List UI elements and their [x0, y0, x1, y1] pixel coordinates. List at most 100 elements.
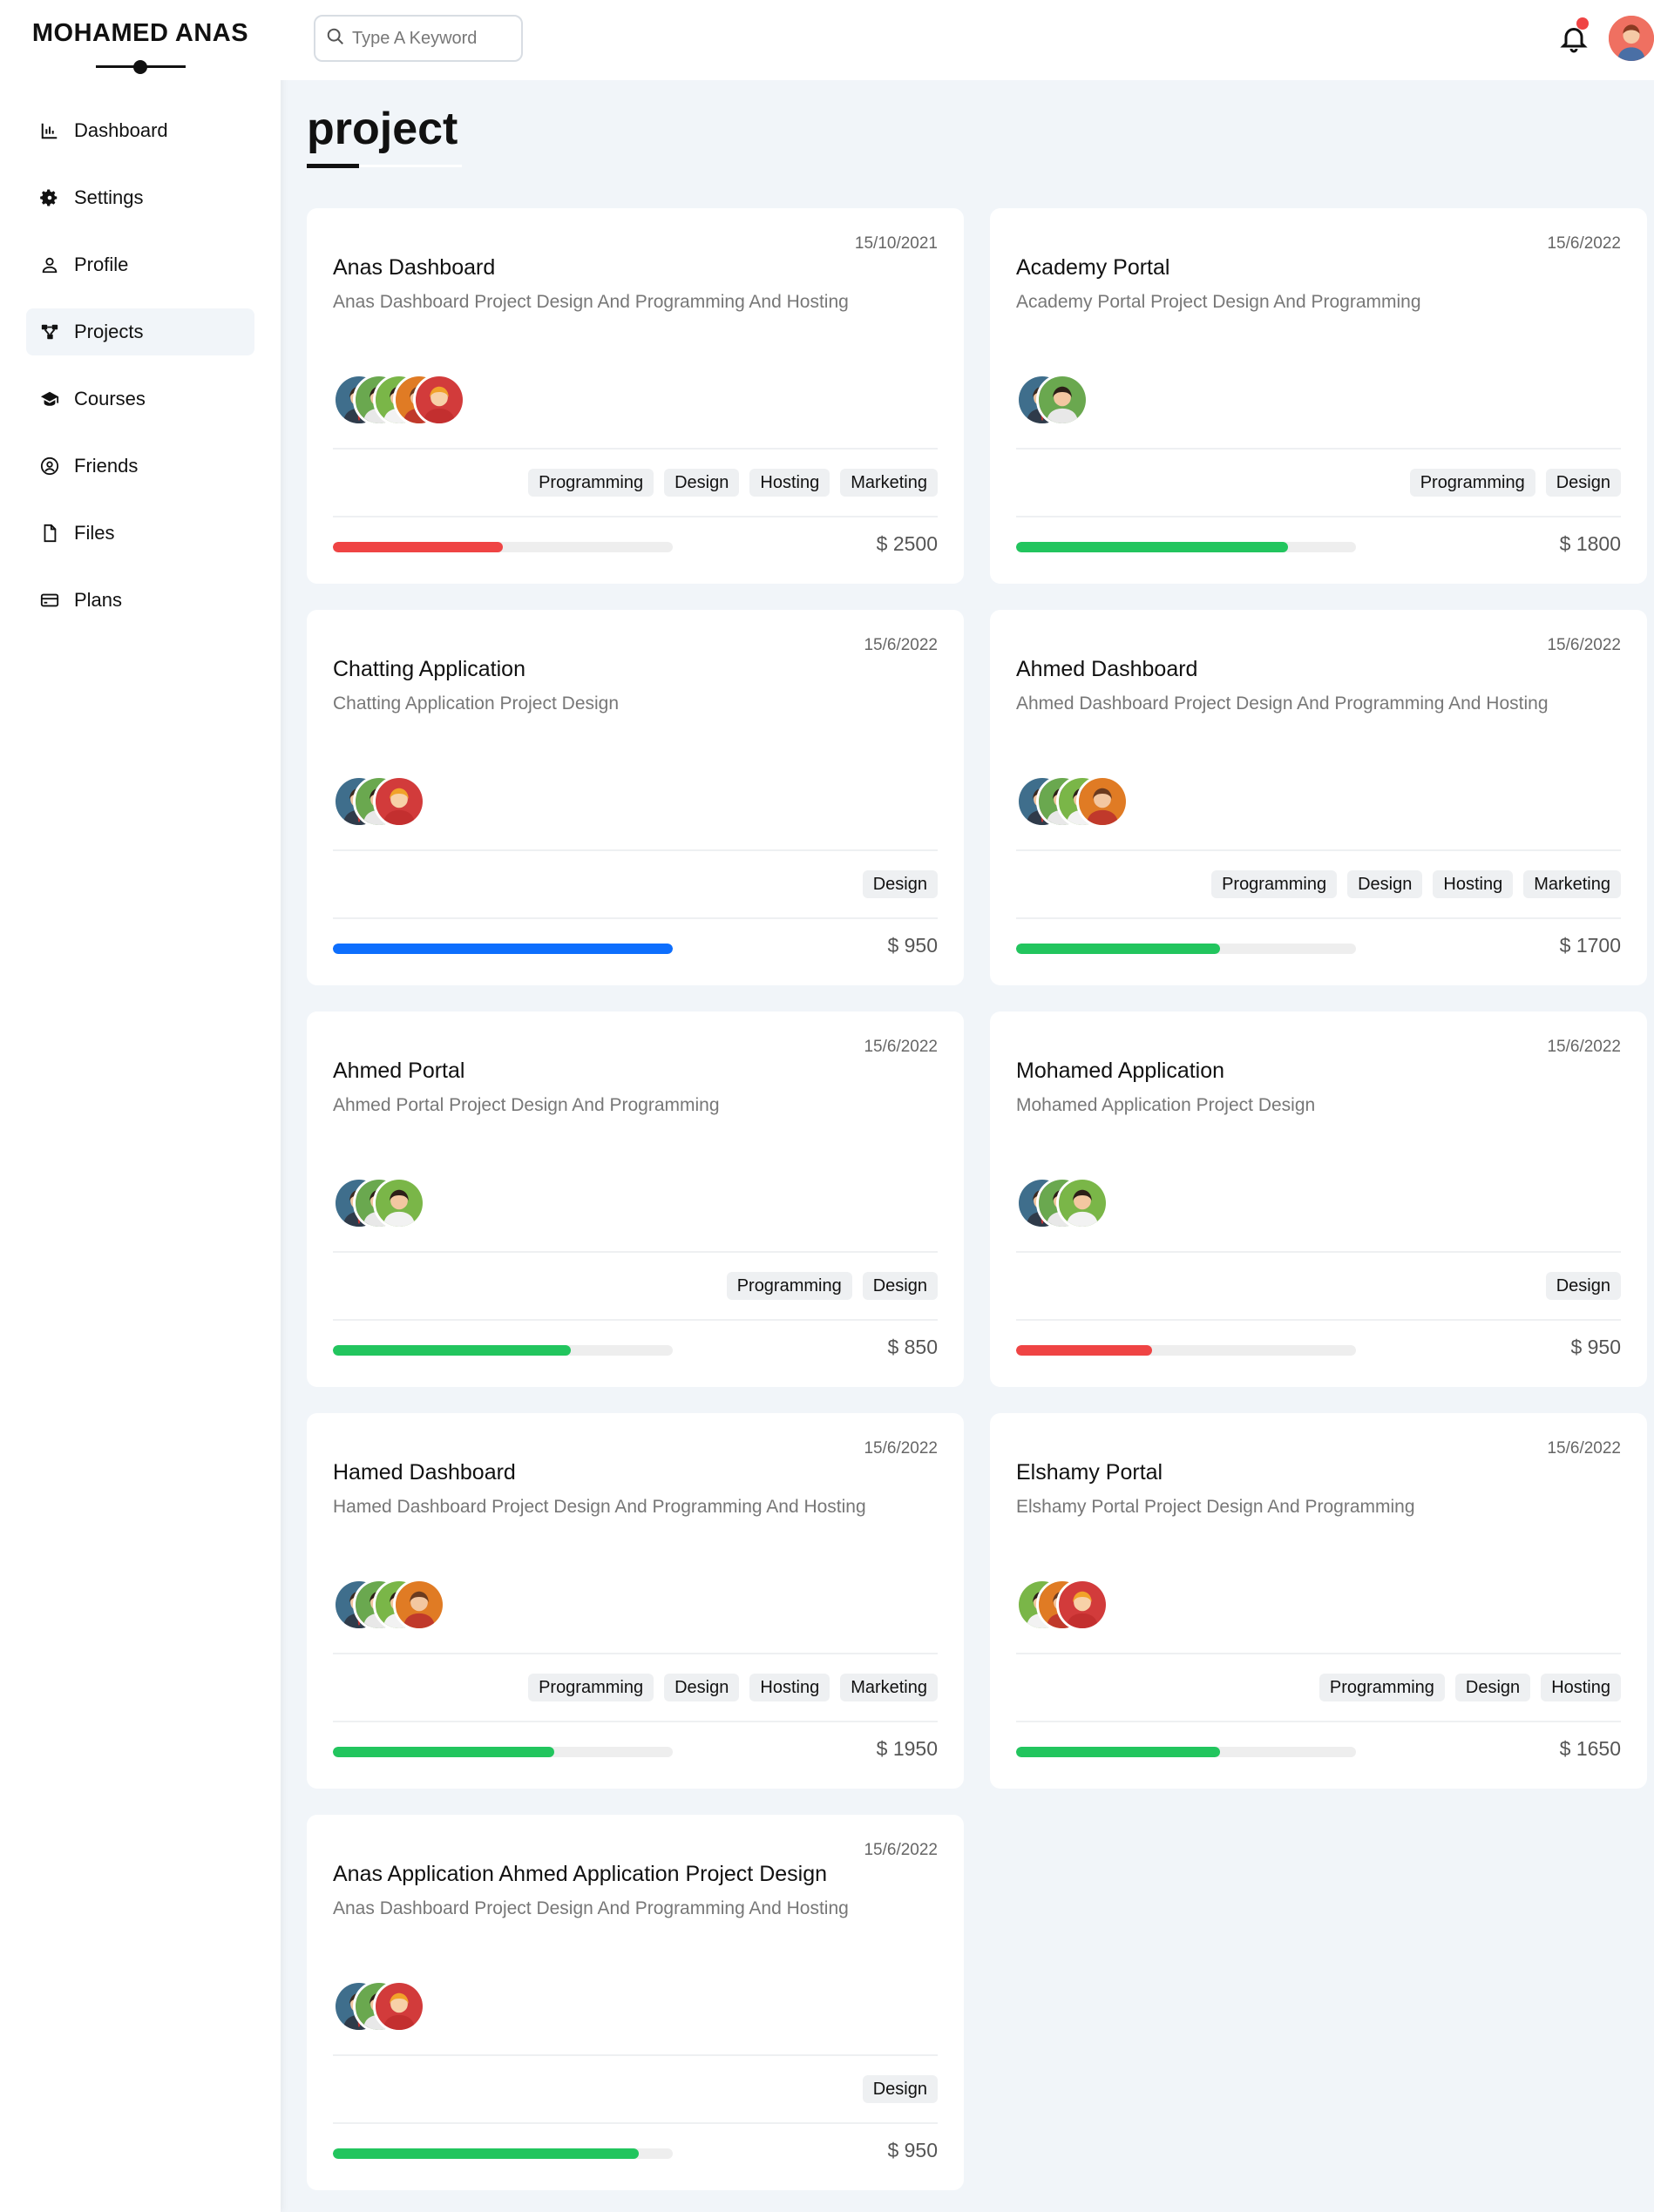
- project-date: 15/6/2022: [864, 1439, 938, 1458]
- team-member-avatar[interactable]: [1036, 374, 1088, 426]
- tag-design[interactable]: Design: [862, 870, 938, 898]
- tag-list: Programming Design Hosting Marketing: [1211, 870, 1621, 898]
- tag-programming[interactable]: Programming: [1409, 469, 1535, 497]
- project-card[interactable]: 15/6/2022 Anas Application Ahmed Applicat…: [307, 1815, 964, 2190]
- tag-marketing[interactable]: Marketing: [840, 1674, 938, 1701]
- tag-design[interactable]: Design: [664, 1674, 740, 1701]
- sidebar-item-friends[interactable]: Friends: [26, 443, 254, 490]
- team-member-avatar[interactable]: [413, 374, 465, 426]
- project-title[interactable]: Hamed Dashboard: [333, 1460, 516, 1485]
- tag-design[interactable]: Design: [1545, 469, 1621, 497]
- tag-list: Design: [1545, 1272, 1621, 1300]
- project-description: Ahmed Dashboard Project Design And Progr…: [1016, 693, 1549, 714]
- project-description: Anas Dashboard Project Design And Progra…: [333, 1898, 849, 1918]
- project-card[interactable]: 15/6/2022 Elshamy Portal Elshamy Portal Pr…: [990, 1413, 1647, 1789]
- progress-bar: [333, 1747, 673, 1757]
- progress-bar: [1016, 542, 1356, 552]
- team-member-avatar[interactable]: [1056, 1177, 1108, 1229]
- tag-hosting[interactable]: Hosting: [1433, 870, 1514, 898]
- project-card[interactable]: 15/6/2022 Chatting Application Chatting Ap…: [307, 610, 964, 985]
- tag-hosting[interactable]: Hosting: [1541, 1674, 1621, 1701]
- progress-bar: [333, 1345, 673, 1356]
- project-title[interactable]: Elshamy Portal: [1016, 1460, 1163, 1485]
- tag-design[interactable]: Design: [1545, 1272, 1621, 1300]
- project-card[interactable]: 15/6/2022 Academy Portal Academy Portal Pr…: [990, 208, 1647, 584]
- project-card[interactable]: 15/6/2022 Mohamed Application Mohamed Appl…: [990, 1011, 1647, 1387]
- user-avatar[interactable]: [1609, 16, 1654, 61]
- project-price: $ 2500: [876, 532, 938, 555]
- project-title[interactable]: Mohamed Application: [1016, 1059, 1224, 1084]
- project-date: 15/6/2022: [1547, 1038, 1621, 1056]
- project-description: Mohamed Application Project Design: [1016, 1095, 1316, 1115]
- sidebar-item-files[interactable]: Files: [26, 510, 254, 557]
- team-member-avatar[interactable]: [1076, 775, 1129, 828]
- divider: [1016, 1319, 1621, 1321]
- project-card[interactable]: 15/6/2022 Hamed Dashboard Hamed Dashboard …: [307, 1413, 964, 1789]
- project-card[interactable]: 15/6/2022 Ahmed Portal Ahmed Portal Projec…: [307, 1011, 964, 1387]
- project-description: Anas Dashboard Project Design And Progra…: [333, 292, 849, 312]
- tag-marketing[interactable]: Marketing: [840, 469, 938, 497]
- sidebar-item-label: Courses: [74, 388, 146, 409]
- progress-bar: [1016, 944, 1356, 954]
- project-title[interactable]: Chatting Application: [333, 657, 525, 682]
- brand-underline: [95, 65, 186, 68]
- search-input[interactable]: [352, 28, 509, 49]
- project-price: $ 950: [887, 2139, 938, 2161]
- sidebar-item-settings[interactable]: Settings: [26, 174, 254, 221]
- project-title[interactable]: Ahmed Portal: [333, 1059, 464, 1084]
- sidebar-item-label: Projects: [74, 321, 144, 342]
- tag-hosting[interactable]: Hosting: [749, 469, 830, 497]
- divider: [333, 2054, 938, 2056]
- tag-design[interactable]: Design: [862, 1272, 938, 1300]
- tag-programming[interactable]: Programming: [726, 1272, 852, 1300]
- project-price: $ 1800: [1559, 532, 1621, 555]
- sidebar-item-courses[interactable]: Courses: [26, 375, 254, 423]
- tag-programming[interactable]: Programming: [1211, 870, 1338, 898]
- tag-design[interactable]: Design: [1454, 1674, 1531, 1701]
- project-date: 15/6/2022: [864, 636, 938, 654]
- sidebar-item-profile[interactable]: Profile: [26, 241, 254, 288]
- notification-button[interactable]: [1558, 17, 1590, 54]
- sidebar-item-label: Friends: [74, 455, 139, 477]
- tag-marketing[interactable]: Marketing: [1523, 870, 1621, 898]
- tag-list: Programming Design Hosting Marketing: [528, 1674, 938, 1701]
- tag-programming[interactable]: Programming: [1318, 1674, 1445, 1701]
- tag-design[interactable]: Design: [862, 2075, 938, 2103]
- user-icon: [38, 254, 61, 276]
- tag-programming[interactable]: Programming: [528, 1674, 654, 1701]
- project-title[interactable]: Anas Dashboard: [333, 255, 495, 281]
- project-title[interactable]: Anas Application Ahmed Application Proje…: [333, 1862, 827, 1887]
- project-price: $ 950: [1570, 1336, 1621, 1358]
- project-description: Ahmed Portal Project Design And Programm…: [333, 1095, 720, 1115]
- tag-programming[interactable]: Programming: [528, 469, 654, 497]
- tag-design[interactable]: Design: [664, 469, 740, 497]
- project-title[interactable]: Academy Portal: [1016, 255, 1169, 281]
- project-price: $ 1700: [1559, 934, 1621, 957]
- graduation-cap-icon: [38, 388, 61, 410]
- project-card[interactable]: 15/6/2022 Ahmed Dashboard Ahmed Dashboard …: [990, 610, 1647, 985]
- team-member-avatar[interactable]: [393, 1579, 445, 1631]
- divider: [333, 849, 938, 851]
- divider: [333, 1653, 938, 1654]
- project-card[interactable]: 15/10/2021 Anas Dashboard Anas Dashboard P…: [307, 208, 964, 584]
- divider: [333, 1319, 938, 1321]
- progress-bar: [1016, 1747, 1356, 1757]
- progress-bar: [333, 944, 673, 954]
- team-member-avatar[interactable]: [1056, 1579, 1108, 1631]
- search-box[interactable]: [314, 15, 523, 62]
- team-member-avatar[interactable]: [373, 775, 425, 828]
- team-member-avatar[interactable]: [373, 1980, 425, 2033]
- tag-hosting[interactable]: Hosting: [749, 1674, 830, 1701]
- page-title: project: [307, 104, 458, 154]
- progress-fill: [333, 542, 503, 552]
- progress-fill: [1016, 1345, 1152, 1356]
- sidebar-item-dashboard[interactable]: Dashboard: [26, 107, 254, 154]
- sidebar-item-projects[interactable]: Projects: [26, 308, 254, 355]
- tag-design[interactable]: Design: [1347, 870, 1423, 898]
- project-title[interactable]: Ahmed Dashboard: [1016, 657, 1197, 682]
- progress-bar: [333, 2148, 673, 2159]
- gear-icon: [38, 186, 61, 209]
- title-underline: [307, 164, 462, 168]
- sidebar-item-plans[interactable]: Plans: [26, 577, 254, 624]
- team-member-avatar[interactable]: [373, 1177, 425, 1229]
